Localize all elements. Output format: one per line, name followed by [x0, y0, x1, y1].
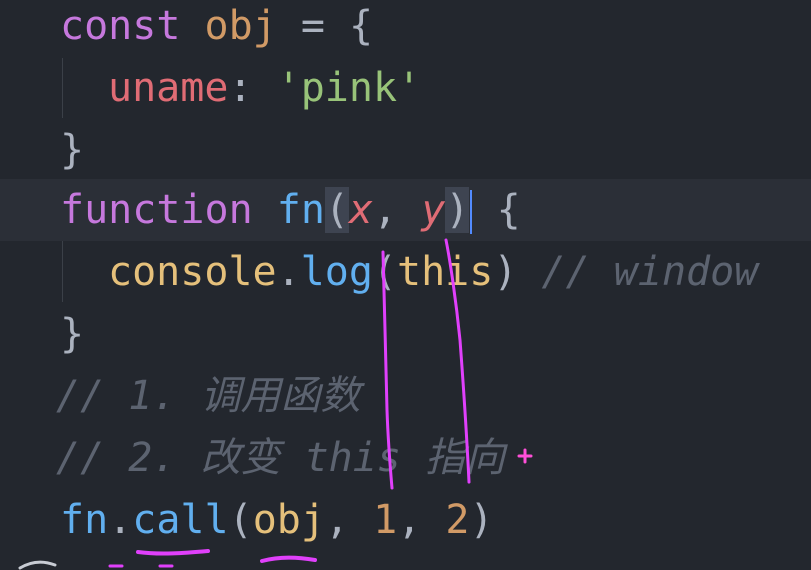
close-paren: ) — [469, 497, 494, 543]
dot: . — [108, 497, 133, 543]
code-editor[interactable]: const obj = { uname: 'pink' } function f… — [0, 0, 811, 570]
comment-line: // 2. 改变 this 指向 — [56, 435, 505, 481]
param-x: x — [349, 187, 374, 233]
close-brace: } — [60, 127, 85, 173]
annotation-underline-call — [136, 549, 210, 556]
code-line-3[interactable]: } — [0, 119, 811, 181]
annotation-underline-obj — [260, 555, 317, 563]
comma: , — [324, 497, 350, 543]
property-uname: uname — [108, 65, 229, 111]
this-keyword: this — [397, 249, 494, 295]
code-line-1[interactable]: const obj = { — [0, 0, 811, 57]
fn-reference: fn — [60, 497, 109, 543]
arg-obj: obj — [252, 497, 325, 543]
operator-equals: = — [300, 3, 325, 49]
function-name: fn — [276, 187, 325, 233]
comma: , — [397, 497, 422, 543]
open-paren: ( — [228, 497, 253, 543]
close-paren: ) — [493, 249, 518, 295]
code-line-9[interactable]: fn.call(obj, 1, 2) — [0, 489, 811, 551]
close-paren: ) — [445, 187, 470, 233]
keyword-function: function — [60, 187, 253, 233]
console-object: console — [108, 249, 277, 295]
colon: : — [228, 65, 253, 111]
log-method: log — [300, 249, 373, 295]
open-brace: { — [496, 187, 521, 233]
open-paren: ( — [372, 249, 398, 295]
code-line-4[interactable]: function fn(x, y) { — [0, 179, 811, 241]
inline-comment: // window — [541, 249, 759, 295]
open-paren: ( — [324, 187, 350, 233]
keyword-const: const — [60, 3, 181, 49]
code-line-8[interactable]: // 2. 改变 this 指向 — [0, 427, 811, 489]
code-line-2[interactable]: uname: 'pink' — [0, 57, 811, 119]
arg-number-1: 1 — [373, 497, 398, 543]
comment-line: // 1. 调用函数 — [56, 373, 361, 419]
open-brace: { — [349, 3, 374, 49]
code-line-7[interactable]: // 1. 调用函数 — [0, 365, 811, 427]
arg-number-2: 2 — [445, 497, 470, 543]
close-brace: } — [60, 311, 85, 357]
dot: . — [276, 249, 301, 295]
variable-obj: obj — [204, 3, 277, 49]
comma: , — [373, 187, 398, 233]
text-cursor — [470, 190, 473, 234]
param-y: y — [421, 187, 446, 233]
string-value: 'pink' — [276, 65, 422, 111]
code-line-5[interactable]: console.log(this) // window — [0, 241, 811, 303]
call-method: call — [132, 497, 229, 543]
code-line-6[interactable]: } — [0, 303, 811, 365]
